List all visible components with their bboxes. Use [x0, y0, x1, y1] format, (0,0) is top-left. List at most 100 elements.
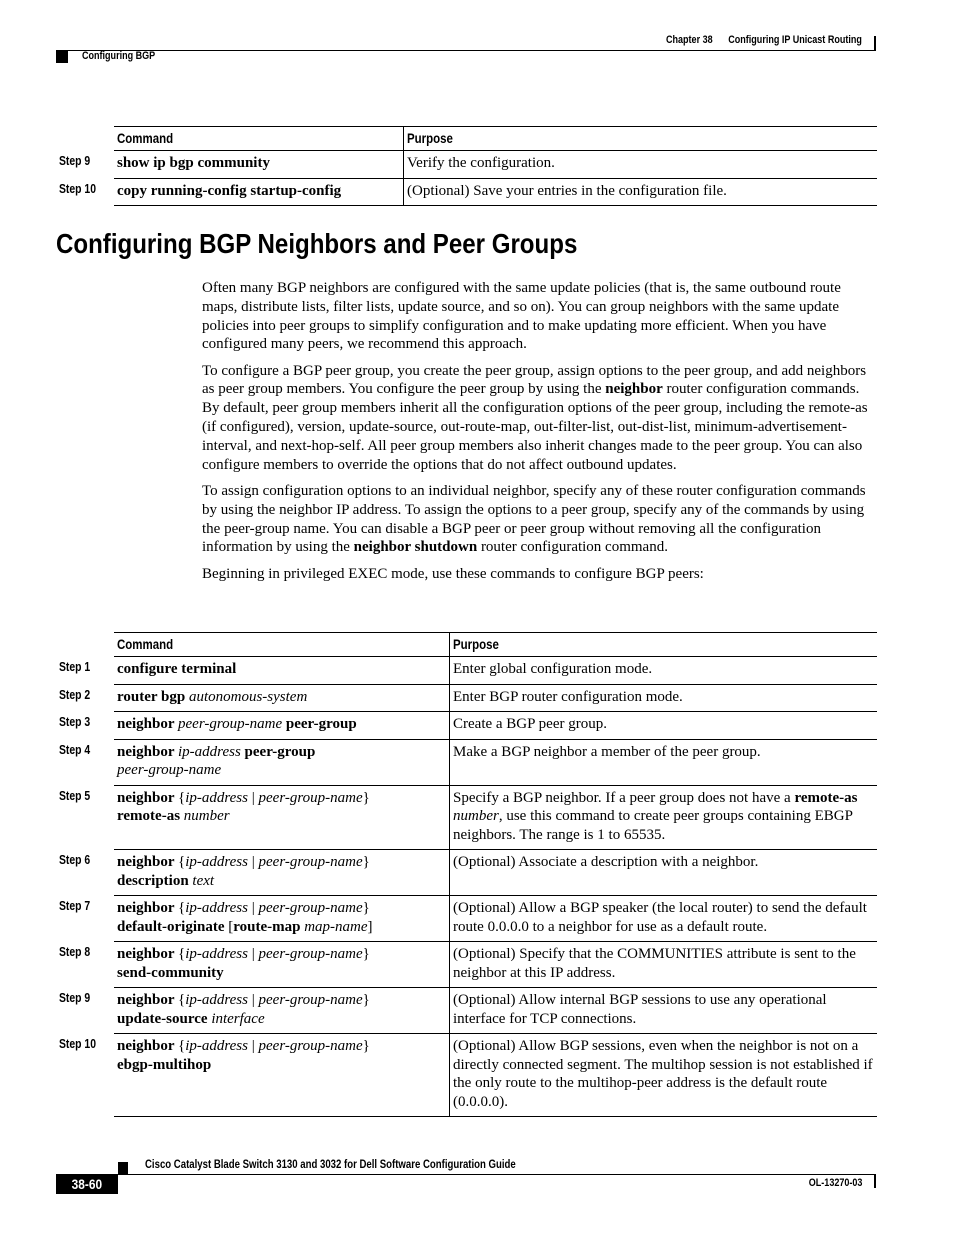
header-block-marker: [56, 51, 68, 63]
header-rule: [56, 50, 876, 51]
text-run: Specify a BGP neighbor. If a peer group …: [453, 789, 795, 806]
keyword-text: neighbor: [117, 992, 178, 1008]
text-run: }: [362, 946, 370, 962]
command-cell: neighbor {ip-address | peer-group-name} u…: [114, 987, 450, 1034]
argument-text: number: [183, 808, 230, 824]
argument-text: peer-group-name: [258, 992, 363, 1008]
keyword-text: remote-as: [794, 789, 858, 806]
keyword-text: default-originate: [117, 918, 229, 935]
purpose-cell: Enter global configuration mode.: [449, 656, 877, 685]
paragraph: Beginning in privileged EXEC mode, use t…: [202, 565, 878, 584]
keyword-text: description: [117, 872, 193, 889]
command-cell: neighbor {ip-address | peer-group-name} r…: [114, 785, 450, 850]
text-run: }: [362, 854, 370, 870]
step-label: Step 8: [59, 944, 91, 959]
step-label: Step 9: [59, 153, 91, 168]
argument-text: ip-address: [185, 1038, 248, 1054]
argument-text: ip-address: [185, 900, 248, 916]
paragraph: To assign configuration options to an in…: [202, 482, 878, 557]
text-run: Enter global configuration mode.: [453, 661, 653, 677]
argument-text: interface: [211, 1010, 265, 1027]
argument-text: peer-group-name: [258, 789, 363, 806]
argument-text: peer-group-name: [258, 1038, 363, 1054]
chapter-number: Chapter 38: [666, 34, 713, 46]
column-header-label: Command: [117, 636, 174, 652]
text-run: |: [247, 789, 259, 806]
table-row: router bgp autonomous-system Enter BGP ro…: [114, 684, 877, 712]
column-header-purpose: Purpose: [449, 632, 877, 657]
text-run: Make a BGP neighbor a member of the peer…: [453, 743, 761, 760]
step-label: Step 4: [59, 742, 91, 757]
text-run: }: [362, 789, 370, 806]
command-cell: router bgp autonomous-system: [114, 684, 450, 712]
purpose-cell: (Optional) Allow a BGP speaker (the loca…: [449, 895, 877, 942]
command-cell: configure terminal: [114, 656, 450, 685]
purpose-cell: (Optional) Associate a description with …: [449, 849, 877, 896]
text-run: (Optional) Specify that the COMMUNITIES …: [453, 946, 856, 981]
step-label: Step 5: [59, 788, 91, 803]
chapter-title: Configuring IP Unicast Routing: [728, 34, 862, 46]
command-cell: neighbor peer-group-name peer-group: [114, 711, 450, 740]
text-run: }: [362, 992, 370, 1008]
table-row: neighbor {ip-address | peer-group-name} u…: [114, 987, 877, 1034]
column-header-label: Command: [117, 130, 174, 146]
argument-text: peer-group-name: [258, 946, 363, 962]
page-number-label: 38-60: [71, 1176, 103, 1192]
keyword-text: neighbor: [117, 1038, 178, 1054]
table-header-row: Command Purpose: [114, 632, 877, 657]
text-run: Enter BGP router configuration mode.: [453, 688, 683, 705]
text-run: (Optional) Allow a BGP speaker (the loca…: [453, 900, 867, 935]
keyword-text: neighbor: [605, 381, 663, 398]
table-row: neighbor ip-address peer-group peer-group…: [114, 739, 877, 786]
keyword-text: route-map: [233, 918, 305, 935]
step-label: Step 1: [59, 659, 91, 674]
header-tick-mark: [874, 36, 876, 50]
text-run: Often many BGP neighbors are configured …: [202, 280, 841, 353]
text-run: |: [247, 946, 259, 962]
text-run: }: [362, 900, 370, 916]
text-run: Create a BGP peer group.: [453, 716, 607, 732]
column-header-label: Purpose: [407, 130, 453, 146]
text-run: router configuration command.: [477, 539, 668, 556]
keyword-text: neighbor: [117, 946, 178, 962]
argument-text: number: [453, 808, 499, 824]
text-run: |: [247, 900, 259, 916]
command-table-bgp-peers: Command Purpose configure terminal Enter …: [114, 632, 877, 1117]
command-cell: show ip bgp community: [114, 150, 404, 179]
keyword-text: remote-as: [117, 808, 184, 824]
purpose-cell: Create a BGP peer group.: [449, 711, 877, 740]
table-row: neighbor {ip-address | peer-group-name} d…: [114, 895, 877, 942]
step-label: Step 10: [59, 181, 96, 196]
table-row: neighbor {ip-address | peer-group-name} s…: [114, 941, 877, 988]
purpose-cell: Specify a BGP neighbor. If a peer group …: [449, 785, 877, 850]
keyword-text: ebgp-multihop: [117, 1056, 212, 1073]
keyword-text: send-community: [117, 964, 224, 981]
command-cell: neighbor {ip-address | peer-group-name} d…: [114, 895, 450, 942]
section-title: Configuring BGP: [82, 50, 156, 62]
table-header-row: Command Purpose: [114, 126, 877, 151]
text-run: }: [362, 1038, 370, 1054]
command-table-continued: Command Purpose show ip bgp community Ver…: [114, 126, 877, 206]
keyword-text: neighbor: [117, 900, 178, 916]
argument-text: ip-address: [185, 992, 248, 1008]
page-number: 38-60: [56, 1174, 118, 1194]
argument-text: text: [192, 872, 215, 889]
keyword-text: neighbor: [117, 789, 178, 806]
running-header: Chapter 38 Configuring IP Unicast Routin…: [666, 34, 862, 46]
step-label: Step 10: [59, 1036, 96, 1051]
step-label: Step 2: [59, 687, 91, 702]
text-run: |: [247, 992, 259, 1008]
document-id: OL-13270-03: [808, 1177, 862, 1189]
purpose-cell: Enter BGP router configuration mode.: [449, 684, 877, 712]
argument-text: autonomous-system: [188, 688, 308, 705]
guide-title: Cisco Catalyst Blade Switch 3130 and 303…: [145, 1157, 516, 1171]
text-run: (Optional) Associate a description with …: [453, 854, 759, 870]
argument-text: peer-group-name: [178, 716, 286, 732]
text-run: (Optional) Allow BGP sessions, even when…: [453, 1038, 873, 1110]
argument-text: peer-group-name: [258, 900, 363, 916]
footer-block-marker: [118, 1162, 128, 1174]
argument-text: ip-address: [178, 743, 245, 760]
paragraph: Often many BGP neighbors are configured …: [202, 279, 878, 354]
keyword-text: neighbor: [117, 743, 178, 760]
keyword-text: copy running-config startup-config: [117, 182, 342, 199]
